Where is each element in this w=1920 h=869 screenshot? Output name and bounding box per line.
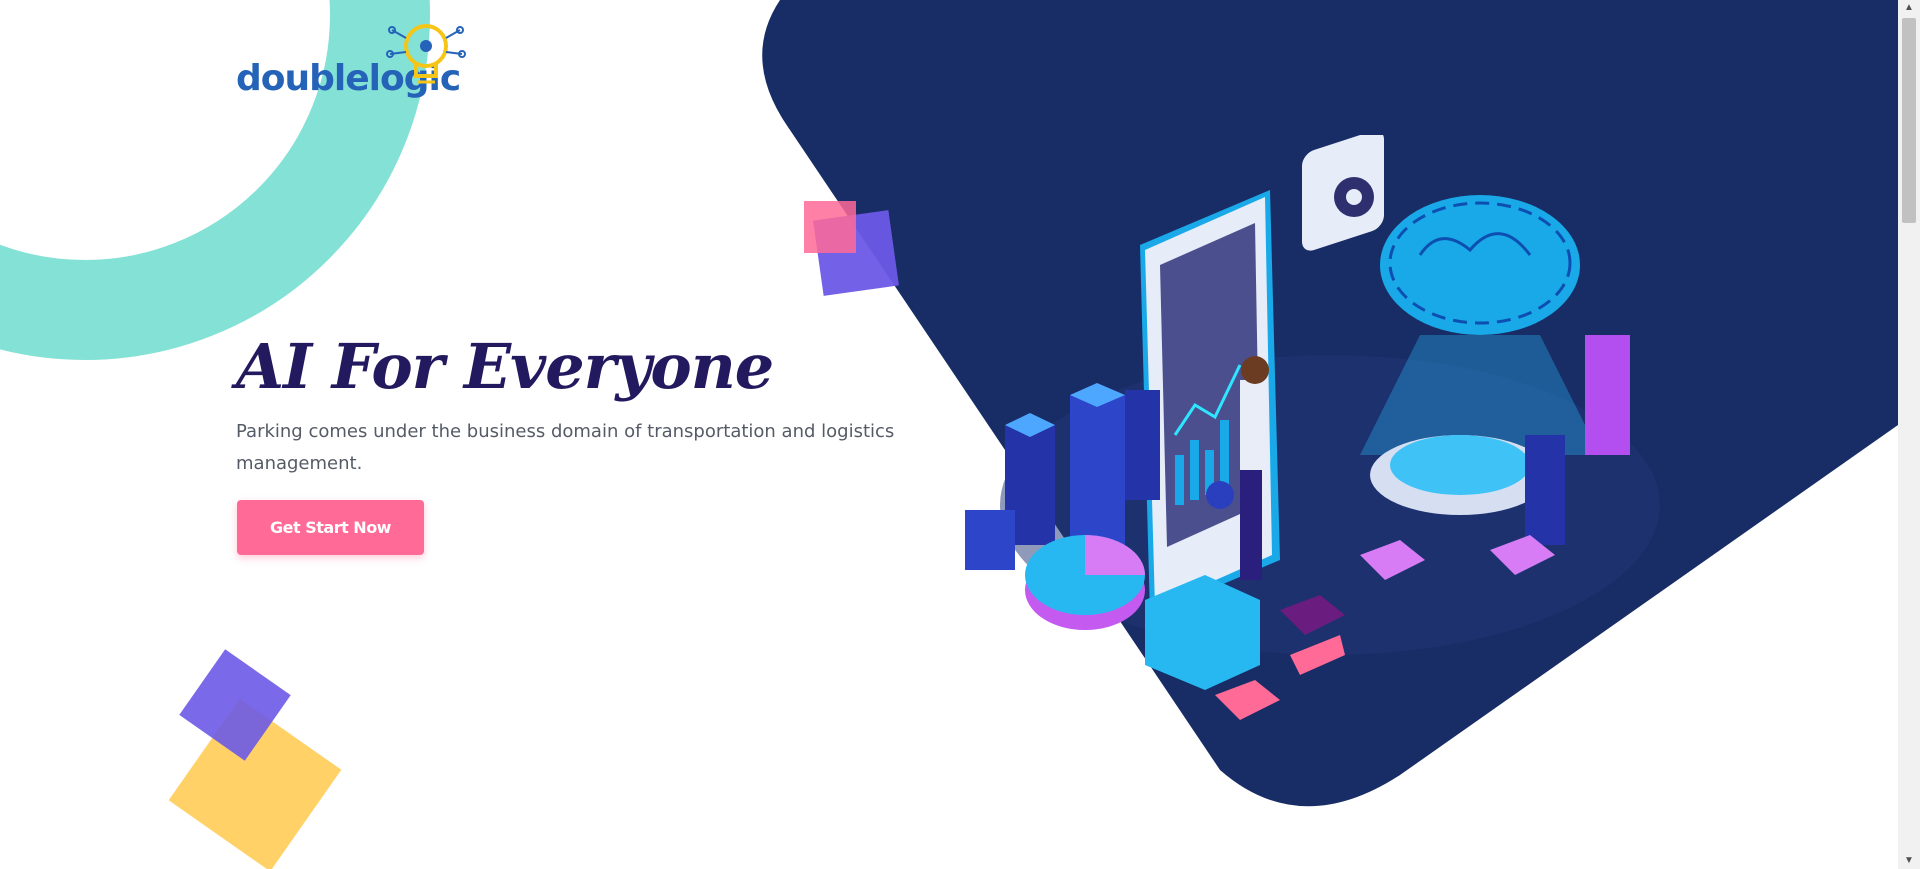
get-started-button[interactable]: Get Start Now — [237, 500, 424, 555]
gear-icon — [1302, 135, 1384, 251]
hero-title: AI For Everyone — [236, 330, 774, 403]
scrollbar-thumb[interactable] — [1902, 18, 1916, 223]
brand-logo[interactable]: doublelogic — [236, 18, 466, 104]
hero-description: Parking comes under the business domain … — [236, 421, 895, 474]
landing-page: doublelogic AI For Everyone Parking come… — [0, 0, 1898, 869]
scroll-down-arrow-icon[interactable]: ▼ — [1898, 853, 1920, 869]
ai-isometric-illustration — [965, 135, 1660, 720]
scroll-up-arrow-icon[interactable]: ▲ — [1898, 0, 1920, 16]
violet-yellow-square-decoration — [168, 649, 342, 869]
pie-chart-icon — [1025, 535, 1145, 630]
vertical-scrollbar[interactable]: ▲ ▼ — [1898, 0, 1920, 869]
bulb-icon — [386, 24, 466, 84]
brain-icon — [1380, 195, 1580, 335]
pink-violet-square-decoration — [804, 201, 899, 296]
